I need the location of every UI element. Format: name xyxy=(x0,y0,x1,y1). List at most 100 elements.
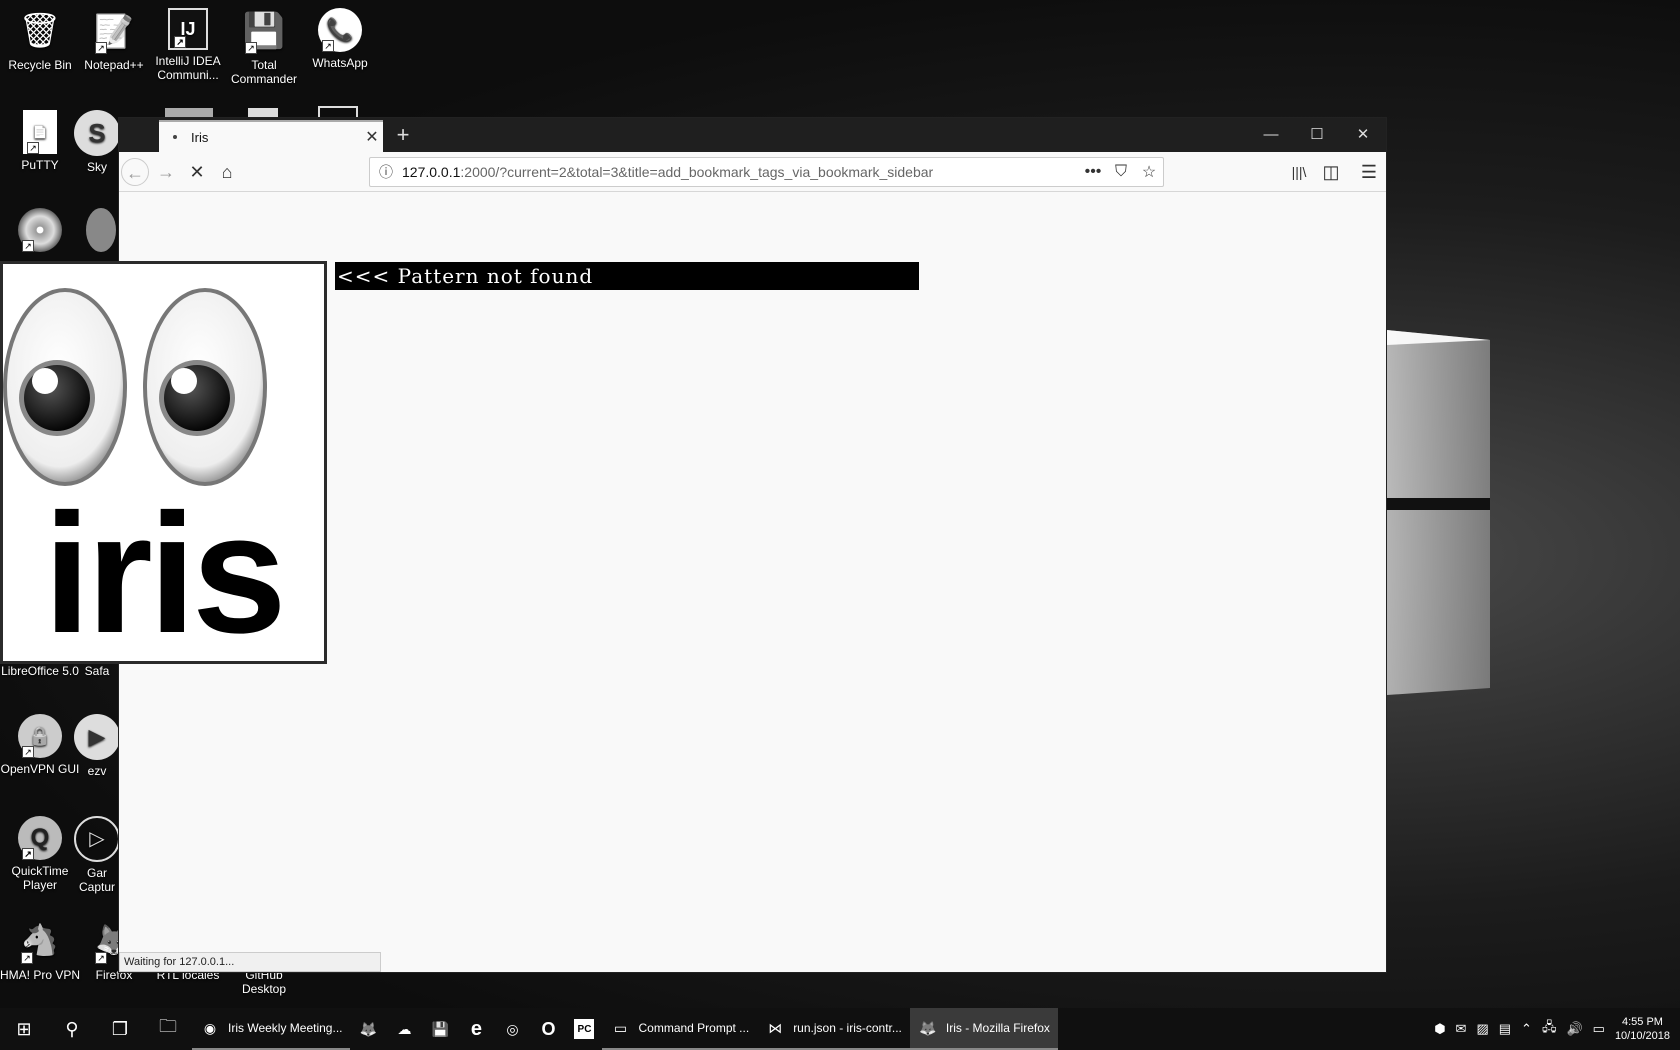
skype-icon: S xyxy=(74,110,120,156)
desktop-icon-label: WhatsApp xyxy=(312,56,368,70)
back-button[interactable]: ← xyxy=(121,158,149,186)
file-explorer-icon[interactable]: 🗀 xyxy=(144,1008,192,1050)
bookmark-star-icon[interactable]: ☆ xyxy=(1135,162,1163,182)
taskbar-app-label: Iris - Mozilla Firefox xyxy=(945,1021,1050,1035)
drive-icon[interactable]: ▤ xyxy=(1499,1021,1511,1037)
desktop-icon-putty[interactable]: 📄 ↗ PuTTY xyxy=(0,110,80,172)
close-window-button[interactable]: ✕ xyxy=(1340,118,1386,152)
window-controls: — ☐ ✕ xyxy=(1248,118,1386,152)
desktop-icon-total-commander[interactable]: 💾 ↗ Total Commander xyxy=(224,8,304,86)
url-host: 127.0.0.1 xyxy=(402,164,461,180)
whatsapp-icon: 📞 ↗ xyxy=(318,8,362,52)
firefox-icon xyxy=(86,208,116,252)
desktop-icon-recycle-bin[interactable]: 🗑 Recycle Bin xyxy=(0,8,80,72)
page-actions-icon[interactable]: ••• xyxy=(1079,163,1107,181)
task-view-icon[interactable]: ❐ xyxy=(96,1008,144,1050)
chrome-icon: ◉ xyxy=(203,1019,217,1036)
pocket-icon[interactable]: ⛉ xyxy=(1107,163,1135,181)
desktop-icon-openvpn[interactable]: 🔒 ↗ OpenVPN GUI xyxy=(0,714,80,776)
desktop-icon-cd[interactable]: ↗ xyxy=(0,208,80,256)
desktop-icon-label: Gar Captur xyxy=(78,866,116,894)
app-tray-icon[interactable]: ▨ xyxy=(1476,1021,1488,1037)
tab-title: Iris xyxy=(191,129,209,145)
tab-iris[interactable]: Iris ✕ xyxy=(159,120,383,152)
taskbar-app-vscode[interactable]: ⋈ run.json - iris-contr... xyxy=(757,1008,910,1050)
clock-date: 10/10/2018 xyxy=(1614,1030,1670,1042)
iris-logo: iris xyxy=(0,261,327,669)
notepad-icon: 📝 ↗ xyxy=(94,13,134,54)
system-tray: ⬢ ✉ ▨ ▤ ⌃ 🖧 🔊 ▭ 4:55 PM 10/10/2018 xyxy=(1434,1015,1680,1043)
chrome-icon: ◎ xyxy=(506,1020,519,1037)
taskbar-app-edge[interactable]: e xyxy=(458,1008,494,1050)
taskbar-app-chrome[interactable]: ◎ xyxy=(494,1008,530,1050)
play-icon: ▶ xyxy=(74,714,120,760)
openvpn-icon: 🔒 ↗ xyxy=(18,714,62,758)
taskbar-app-total-commander[interactable]: 💾 xyxy=(422,1008,458,1050)
desktop-icon-intellij[interactable]: IJ ↗ IntelliJ IDEA Communi... xyxy=(148,8,228,82)
sidebar-icon[interactable]: ◫ xyxy=(1317,158,1345,186)
loading-dot-icon xyxy=(173,135,177,139)
volume-icon[interactable]: 🔊 xyxy=(1566,1021,1582,1037)
clock[interactable]: 4:55 PM 10/10/2018 xyxy=(1615,1015,1670,1043)
search-icon[interactable]: ⚲ xyxy=(48,1008,96,1050)
desktop-icon-label: OpenVPN GUI xyxy=(0,762,80,776)
home-button[interactable]: ⌂ xyxy=(213,158,241,186)
url-path: :2000/?current=2&total=3&title=add_bookm… xyxy=(460,164,934,180)
intellij-icon: IJ ↗ xyxy=(168,8,208,50)
cd-disc-icon: ↗ xyxy=(18,208,62,252)
maximize-button[interactable]: ☐ xyxy=(1294,118,1340,152)
desktop-icon-skype[interactable]: S Sky xyxy=(74,110,120,174)
network-icon[interactable]: 🖧 xyxy=(1542,1018,1557,1040)
desktop-icon-label: Total Commander xyxy=(230,58,298,86)
desktop-icon-quicktime[interactable]: Q ↗ QuickTime Player xyxy=(0,816,80,892)
desktop-icon-ezvid[interactable]: ▶ ezv xyxy=(74,714,120,778)
floppy-disk-icon: 💾 ↗ xyxy=(242,12,286,54)
desktop-icon-label: HMA! Pro VPN xyxy=(0,968,81,982)
taskbar-app-firefox[interactable]: 🦊 xyxy=(350,1008,386,1050)
recycle-bin-icon: 🗑 xyxy=(18,12,62,50)
quicktime-icon: Q ↗ xyxy=(18,816,62,860)
status-panel: Waiting for 127.0.0.1... xyxy=(119,952,381,972)
taskbar-app-opera[interactable]: O xyxy=(530,1008,566,1050)
dropbox-icon[interactable]: ⬢ xyxy=(1434,1021,1445,1037)
mail-icon[interactable]: ✉ xyxy=(1456,1021,1467,1037)
forward-button[interactable]: → xyxy=(152,158,180,186)
clock-time: 4:55 PM xyxy=(1621,1016,1663,1028)
desktop-icon-firefox-2[interactable] xyxy=(86,208,116,256)
new-tab-button[interactable]: + xyxy=(389,122,417,148)
iris-logo-text: iris xyxy=(43,479,282,661)
taskbar-app-label: run.json - iris-contr... xyxy=(793,1021,902,1035)
desktop-icon-libreoffice[interactable]: LibreOffice 5.0 xyxy=(0,664,80,678)
action-center-icon[interactable]: ▭ xyxy=(1593,1021,1605,1037)
navigation-toolbar: ← → ✕ ⌂ ⓘ 127.0.0.1 :2000/?current=2&tot… xyxy=(119,152,1386,192)
taskbar-app-cloud[interactable]: ☁ xyxy=(386,1008,422,1050)
site-info-icon[interactable]: ⓘ xyxy=(370,162,402,182)
desktop-icon-label: ezv xyxy=(87,764,107,778)
tab-close-icon[interactable]: ✕ xyxy=(361,127,383,147)
desktop-icon-label: IntelliJ IDEA Communi... xyxy=(155,54,221,82)
url-bar[interactable]: ⓘ 127.0.0.1 :2000/?current=2&total=3&tit… xyxy=(369,157,1164,187)
windows-start-icon[interactable]: ⊞ xyxy=(0,1008,48,1050)
taskbar-app-iris-weekly-meeting[interactable]: ◉ Iris Weekly Meeting... xyxy=(192,1008,351,1050)
desktop-icon-label: PuTTY xyxy=(21,158,59,172)
desktop-icon-whatsapp[interactable]: 📞 ↗ WhatsApp xyxy=(300,8,380,70)
library-icon[interactable]: |||\ xyxy=(1285,158,1313,186)
hamburger-menu-icon[interactable]: ☰ xyxy=(1355,158,1383,186)
floppy-disk-icon: 💾 xyxy=(431,1020,450,1037)
vscode-icon: ⋈ xyxy=(768,1019,783,1036)
desktop-icon-safari[interactable]: Safa xyxy=(74,664,120,678)
desktop-icon-hma-vpn[interactable]: 🐴 ↗ HMA! Pro VPN xyxy=(0,918,81,983)
taskbar-app-iris-firefox[interactable]: 🦊 Iris - Mozilla Firefox xyxy=(909,1008,1058,1050)
chevron-up-icon[interactable]: ⌃ xyxy=(1521,1021,1532,1037)
taskbar-app-command-prompt[interactable]: ▭ Command Prompt ... xyxy=(602,1008,758,1050)
desktop-icon-game-capture[interactable]: ▷ Gar Captur xyxy=(74,816,120,894)
taskbar: ⊞ ⚲ ❐ 🗀 ◉ Iris Weekly Meeting... 🦊 ☁ 💾 e… xyxy=(0,1008,1680,1050)
eyes-emoji-icon: iris xyxy=(3,288,287,669)
minimize-button[interactable]: — xyxy=(1248,118,1294,152)
taskbar-app-pycharm[interactable]: PC xyxy=(566,1008,602,1050)
edge-icon: e xyxy=(470,1017,483,1040)
firefox-icon: 🦊 xyxy=(359,1020,378,1037)
desktop-icon-notepadpp[interactable]: 📝 ↗ Notepad++ xyxy=(74,8,154,72)
desktop-icon-label: Safa xyxy=(84,664,110,678)
stop-button[interactable]: ✕ xyxy=(183,158,211,186)
